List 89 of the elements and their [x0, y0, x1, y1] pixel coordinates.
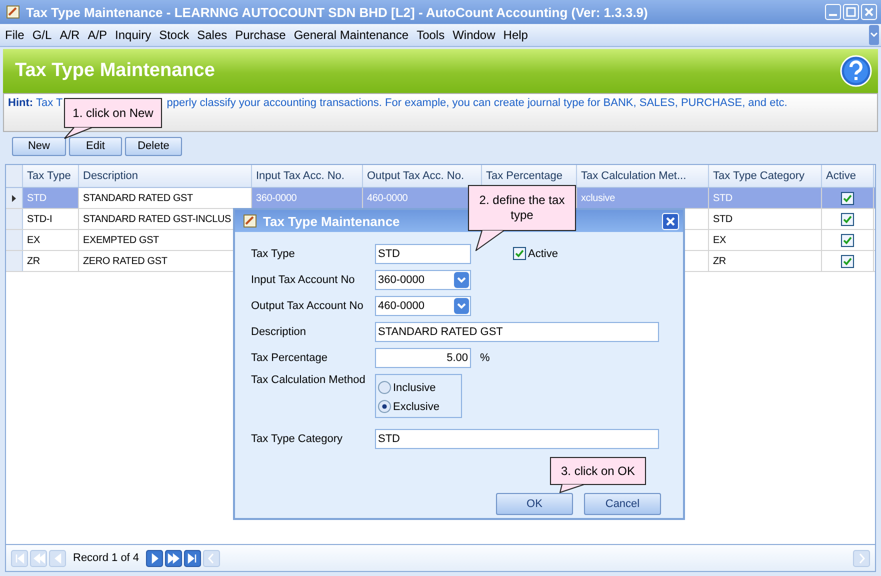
field-label: Tax Calculation Method [251, 374, 366, 386]
next-record-button[interactable] [146, 550, 164, 566]
chevron-down-icon[interactable] [869, 25, 879, 45]
menu-item[interactable]: G/L [32, 28, 52, 42]
close-icon[interactable] [662, 212, 679, 230]
field-label: Tax Type [251, 248, 296, 260]
unit-label: % [480, 352, 490, 364]
last-record-button[interactable] [184, 550, 202, 566]
radio-button[interactable] [378, 381, 391, 394]
toolbar-button[interactable]: Delete [125, 136, 182, 156]
menu-item[interactable]: Stock [159, 28, 190, 42]
menu-item[interactable]: Sales [197, 28, 228, 42]
column-header[interactable]: Tax Type [23, 165, 79, 187]
input-field[interactable]: STD [375, 244, 471, 264]
menu-item[interactable]: Window [452, 28, 496, 42]
field-label: Description [251, 326, 308, 338]
table-cell: EX [713, 234, 726, 246]
table-cell: EXEMPTED GST [83, 234, 159, 246]
menu-item[interactable]: Purchase [235, 28, 286, 42]
table-cell: STANDARD RATED GST-INCLUS [83, 214, 231, 224]
column-header[interactable]: Tax Type Category [709, 165, 822, 187]
column-header[interactable]: Input Tax Acc. No. [252, 165, 363, 187]
table-cell: ZR [27, 256, 40, 266]
active-checkbox[interactable]: Active [513, 247, 558, 260]
field-label: Tax Percentage [251, 352, 328, 364]
column-header[interactable]: Active [822, 165, 874, 187]
checked-checkbox[interactable] [513, 247, 526, 260]
radio-option[interactable]: Exclusive [378, 400, 459, 413]
callout-text: 1. click on New [72, 106, 154, 120]
minimize-icon[interactable] [825, 4, 841, 20]
column-header[interactable]: Tax Calculation Met... [577, 165, 709, 187]
table-cell: 460-0000 [367, 192, 408, 204]
menu-item[interactable]: General Maintenance [294, 28, 409, 42]
table-cell: ZERO RATED GST [83, 256, 168, 266]
record-counter: Record 1 of 4 [72, 552, 140, 564]
table-cell: STD [713, 192, 732, 204]
row-header-cell[interactable] [6, 209, 23, 229]
table-cell: STD [713, 214, 732, 224]
field-label: Input Tax Account No [251, 274, 356, 286]
hint-text: pperly classify your accounting transactions. For example, you can create journal type for BANK, SALES, PURCHASE, and etc. [166, 97, 788, 109]
row-pointer-icon [12, 194, 16, 202]
toolbar-button[interactable]: Edit [69, 136, 122, 156]
table-cell: ZR [713, 256, 726, 266]
close-icon[interactable] [861, 4, 877, 20]
input-field[interactable]: STD [375, 429, 659, 449]
column-header[interactable]: Description [79, 165, 252, 187]
menu-item[interactable]: Help [503, 28, 528, 42]
dropdown-field[interactable]: 460-0000 [375, 296, 471, 316]
table-cell: 360-0000 [256, 192, 297, 204]
menu-item[interactable]: A/P [88, 28, 108, 42]
checked-checkbox[interactable] [841, 254, 854, 268]
app-icon [243, 214, 257, 228]
menu-item[interactable]: Tools [416, 28, 445, 42]
input-field[interactable]: 5.00 [375, 348, 471, 368]
app-icon [6, 5, 20, 19]
window-title: Tax Type Maintenance - LEARNNG AUTOCOUNT SDN BHD [L2] - AutoCount Accounting (Ver: 1.3.3.9) [26, 4, 648, 20]
dialog-button[interactable]: OK [496, 493, 573, 515]
input-field[interactable]: STANDARD RATED GST [375, 322, 659, 342]
dialog-title: Tax Type Maintenance [263, 214, 400, 228]
checked-checkbox[interactable] [841, 234, 854, 246]
maximize-icon[interactable] [843, 4, 859, 20]
row-header-cell[interactable] [6, 188, 23, 208]
toolbar-button[interactable]: New [12, 136, 66, 156]
dropdown-field[interactable]: 360-0000 [375, 270, 471, 290]
checked-checkbox[interactable] [841, 212, 854, 226]
radio-option[interactable]: Inclusive [378, 381, 459, 394]
field-label: Output Tax Account No [251, 300, 364, 312]
help-icon[interactable] [840, 55, 872, 87]
scroll-right-button[interactable] [853, 550, 870, 566]
menu-item[interactable]: A/R [60, 28, 80, 42]
checked-checkbox[interactable] [841, 192, 854, 204]
table-cell: STD [27, 192, 46, 204]
menu-item[interactable]: File [5, 28, 24, 42]
row-header-cell [6, 165, 23, 187]
menu-item[interactable]: Inquiry [115, 28, 152, 42]
table-cell: xclusive [581, 192, 615, 204]
radio-selected[interactable] [378, 400, 391, 413]
dialog-button[interactable]: Cancel [584, 493, 661, 515]
next-page-button[interactable] [165, 550, 182, 566]
table-cell: STD-I [27, 214, 52, 224]
hint-label: Hint: [8, 97, 34, 109]
field-label: Tax Type Category [251, 433, 344, 445]
callout-text: 3. click on OK [560, 464, 636, 478]
table-cell: EX [27, 234, 40, 246]
page-title: Tax Type Maintenance [15, 60, 215, 82]
hint-text: Tax T [36, 97, 63, 109]
row-header-cell[interactable] [6, 251, 23, 271]
row-header-cell[interactable] [6, 230, 23, 250]
table-cell: STANDARD RATED GST [83, 192, 193, 204]
